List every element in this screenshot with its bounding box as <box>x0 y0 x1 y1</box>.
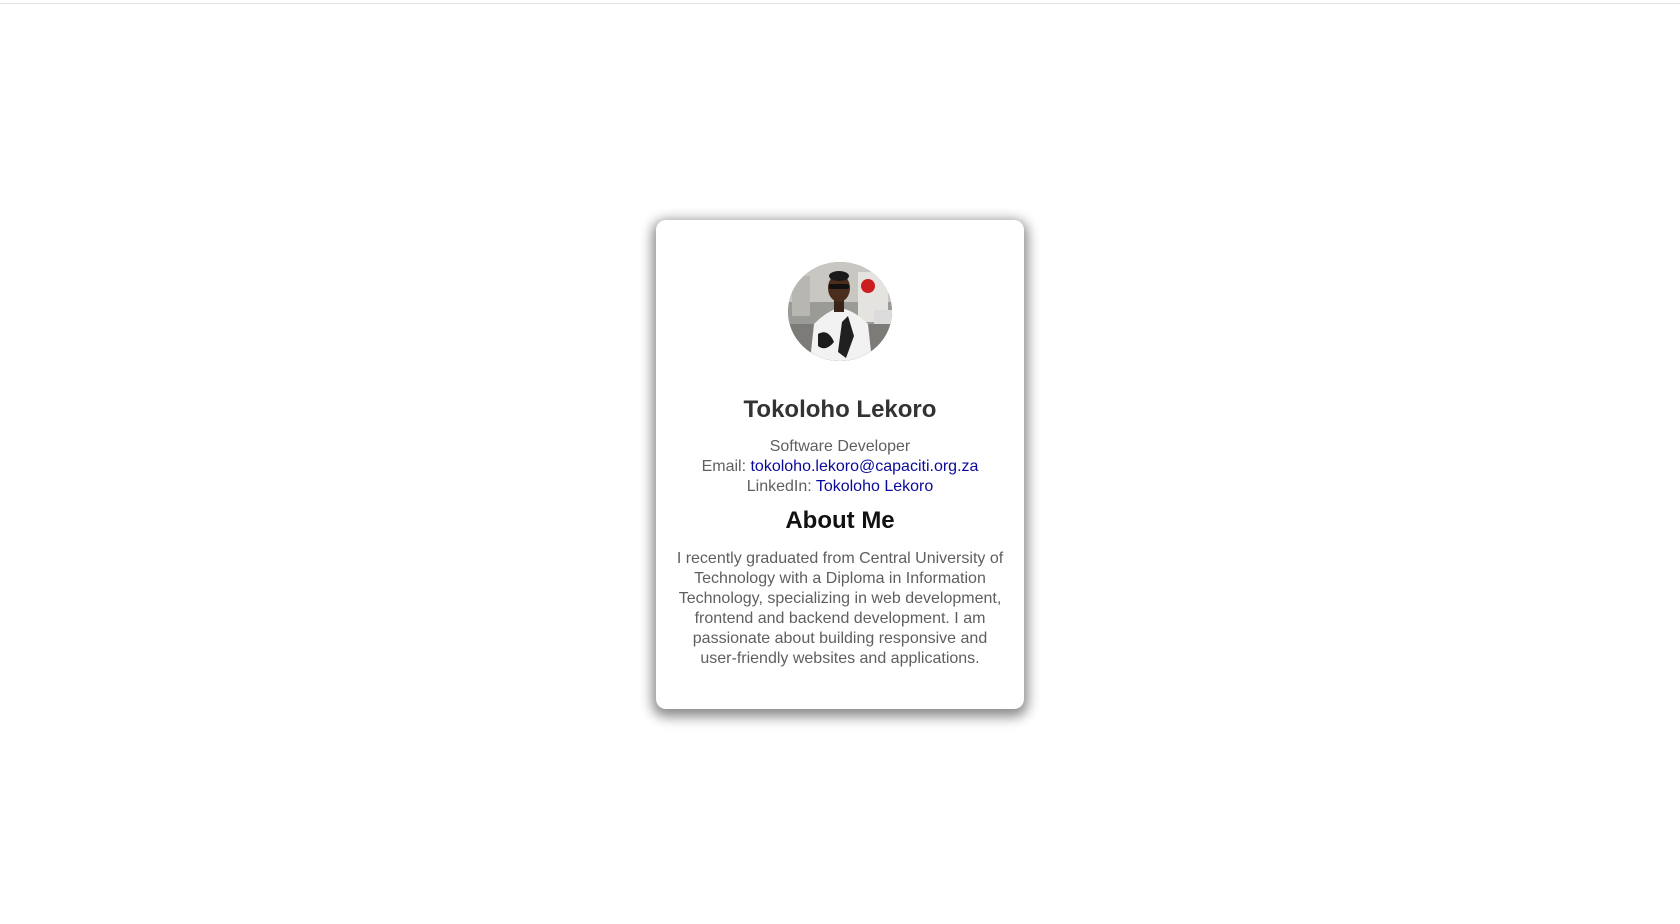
email-row: Email: tokoloho.lekoro@capaciti.org.za <box>656 457 1024 477</box>
linkedin-row: LinkedIn: Tokoloho Lekoro <box>656 477 1024 497</box>
profile-card: Tokoloho Lekoro Software Developer Email… <box>656 220 1024 709</box>
about-text: I recently graduated from Central Univer… <box>676 550 1004 667</box>
email-link[interactable]: tokoloho.lekoro@capaciti.org.za <box>750 458 978 475</box>
profile-contact-info: Software Developer Email: tokoloho.lekor… <box>656 437 1024 497</box>
profile-name: Tokoloho Lekoro <box>743 396 937 423</box>
profile-photo-image <box>788 262 892 361</box>
email-label: Email: <box>701 458 747 475</box>
linkedin-link[interactable]: Tokoloho Lekoro <box>816 478 933 495</box>
about-heading: About Me <box>785 507 895 534</box>
linkedin-label: LinkedIn: <box>746 478 812 495</box>
top-divider <box>0 3 1680 4</box>
profile-role: Software Developer <box>769 438 911 455</box>
profile-avatar <box>788 262 892 361</box>
